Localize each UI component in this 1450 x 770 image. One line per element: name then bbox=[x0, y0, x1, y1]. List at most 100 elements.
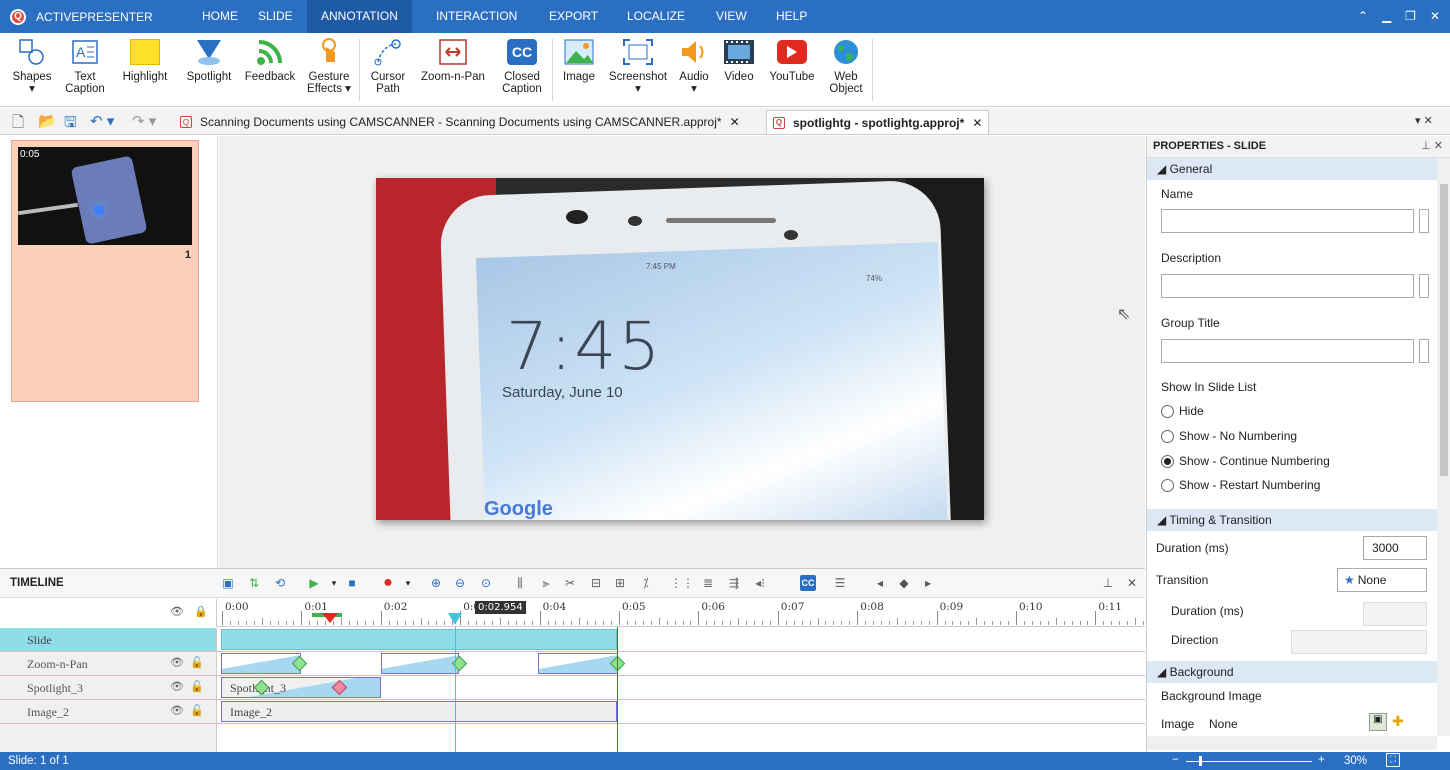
record-dropdown-icon[interactable]: ▾ bbox=[400, 575, 416, 591]
align-icon[interactable]: ⋮⋮ bbox=[670, 575, 694, 591]
play-dropdown-icon[interactable]: ▾ bbox=[326, 575, 342, 591]
cursor-path-button[interactable]: Cursor Path bbox=[366, 36, 410, 104]
audio-button[interactable]: Audio ▾ bbox=[676, 36, 712, 104]
slide-thumbnail[interactable]: 0:05 1 bbox=[11, 140, 199, 402]
doc-tab-spotlightg[interactable]: Q spotlightg - spotlightg.approj* ✕ bbox=[766, 110, 990, 134]
section-general[interactable]: ◢ General bbox=[1147, 158, 1437, 180]
pin-close-icon[interactable]: ⊥ ✕ bbox=[1421, 139, 1443, 152]
app-menu-button[interactable]: Q ACTIVEPRESENTER bbox=[10, 6, 153, 27]
close-tab-icon[interactable]: ✕ bbox=[972, 116, 982, 130]
tab-home[interactable]: HOME bbox=[188, 0, 252, 33]
timeline-ruler[interactable]: 👁 🔒 0:000:010:020:030:040:050:060:070:08… bbox=[0, 599, 1168, 627]
lock-all-icon[interactable]: 🔒 bbox=[194, 605, 208, 618]
group-title-field[interactable] bbox=[1161, 339, 1414, 363]
next-keyframe-icon[interactable]: ▸ bbox=[920, 575, 936, 591]
split-icon[interactable]: ⫼ bbox=[512, 575, 528, 591]
video-button[interactable]: Video bbox=[718, 36, 760, 104]
gesture-effects-button[interactable]: Gesture Effects ▾ bbox=[305, 36, 353, 104]
transition-duration-field[interactable] bbox=[1363, 602, 1427, 626]
save-icon[interactable]: 🖫 bbox=[64, 112, 77, 137]
fit-to-window-icon[interactable]: ⛶ bbox=[1386, 753, 1400, 767]
tab-annotation[interactable]: ANNOTATION bbox=[307, 0, 412, 33]
text-caption-button[interactable]: A Text Caption bbox=[58, 36, 112, 104]
section-timing-transition[interactable]: ◢ Timing & Transition bbox=[1147, 509, 1437, 531]
loop-icon[interactable]: ⟲ bbox=[272, 575, 288, 591]
direction-dropdown[interactable] bbox=[1291, 630, 1427, 654]
crop-icon[interactable]: ⊞ bbox=[612, 575, 628, 591]
browse-image-icon[interactable]: ▣ bbox=[1369, 713, 1387, 731]
track-spotlight-3[interactable]: Spotlight_3👁🔓 Spotlight_3 bbox=[0, 676, 1145, 700]
speed-icon[interactable]: ⁒ bbox=[638, 575, 654, 591]
radio-hide[interactable]: Hide bbox=[1161, 404, 1204, 418]
zoom-n-pan-bar[interactable] bbox=[538, 653, 618, 674]
zoom-slider-thumb[interactable] bbox=[1199, 756, 1202, 766]
shapes-button[interactable]: Shapes ▾ bbox=[12, 36, 52, 104]
zoom-out-button[interactable]: − bbox=[1172, 754, 1179, 766]
zoom-out-icon[interactable]: ⊖ bbox=[452, 575, 468, 591]
freeze-icon[interactable]: ⊟ bbox=[588, 575, 604, 591]
track-image-2[interactable]: Image_2 👁🔓 Image_2 bbox=[0, 700, 1145, 724]
slide-canvas[interactable]: 7:45 PM 74% 7:45 Saturday, June 10 Googl… bbox=[219, 136, 1145, 568]
zoom-in-icon[interactable]: ⊕ bbox=[428, 575, 444, 591]
visibility-all-icon[interactable]: 👁 bbox=[170, 605, 184, 618]
group-title-expand-button[interactable] bbox=[1419, 339, 1429, 363]
radio-show-continue-numbering[interactable]: Show - Continue Numbering bbox=[1161, 454, 1330, 468]
zoom-n-pan-button[interactable]: Zoom-n-Pan bbox=[414, 36, 492, 104]
web-object-button[interactable]: Web Object bbox=[824, 36, 868, 104]
add-keyframe-icon[interactable]: ◆ bbox=[896, 575, 912, 591]
tab-interaction[interactable]: INTERACTION bbox=[422, 0, 531, 33]
sync-icon[interactable]: ⇅ bbox=[246, 575, 262, 591]
transition-icon[interactable]: ⇶ bbox=[726, 575, 742, 591]
tab-localize[interactable]: LOCALIZE bbox=[613, 0, 699, 33]
collapse-ribbon-icon[interactable]: ⌃ bbox=[1358, 9, 1368, 23]
track-slide[interactable]: Slide bbox=[0, 628, 1145, 652]
end-marker-icon[interactable] bbox=[322, 613, 338, 623]
highlight-button[interactable]: Highlight bbox=[117, 36, 173, 104]
open-folder-icon[interactable]: 📂 bbox=[38, 112, 57, 130]
name-field[interactable] bbox=[1161, 209, 1414, 233]
track-zoom-n-pan[interactable]: Zoom-n-Pan 👁🔓 bbox=[0, 652, 1145, 676]
image-bar[interactable]: Image_2 bbox=[221, 701, 617, 722]
fit-icon[interactable]: ▣ bbox=[220, 575, 236, 591]
zoom-slider[interactable] bbox=[1186, 761, 1312, 762]
pin-icon[interactable]: ⊥ bbox=[1100, 575, 1116, 591]
slide-bar[interactable] bbox=[221, 629, 617, 650]
closed-caption-toggle-icon[interactable]: CC bbox=[800, 575, 816, 591]
zoom-n-pan-bar[interactable] bbox=[381, 653, 459, 674]
close-panel-icon[interactable]: ✕ bbox=[1124, 575, 1140, 591]
redo-icon[interactable]: ↷ ▾ bbox=[132, 112, 156, 130]
audio-fade-icon[interactable]: ◂⁝ bbox=[752, 575, 768, 591]
radio-show-no-numbering[interactable]: Show - No Numbering bbox=[1161, 429, 1297, 443]
image-button[interactable]: Image bbox=[558, 36, 600, 104]
tab-view[interactable]: VIEW bbox=[702, 0, 761, 33]
duration-field[interactable]: 3000 bbox=[1363, 536, 1427, 560]
transition-dropdown[interactable]: ★ None bbox=[1337, 568, 1427, 592]
feedback-button[interactable]: Feedback bbox=[242, 36, 298, 104]
zoom-in-button[interactable]: + bbox=[1318, 754, 1325, 766]
screenshot-button[interactable]: Screenshot ▾ bbox=[604, 36, 672, 104]
caption-list-icon[interactable]: ☰ bbox=[832, 575, 848, 591]
tab-slide[interactable]: SLIDE bbox=[244, 0, 307, 33]
cut-icon[interactable]: ✂ bbox=[562, 575, 578, 591]
zoom-n-pan-bar[interactable] bbox=[221, 653, 301, 674]
close-icon[interactable]: ✕ bbox=[1430, 9, 1440, 23]
distribute-icon[interactable]: ≣ bbox=[700, 575, 716, 591]
spotlight-button[interactable]: Spotlight bbox=[180, 36, 238, 104]
doc-tab-camscanner[interactable]: Q Scanning Documents using CAMSCANNER - … bbox=[174, 110, 746, 134]
insert-time-icon[interactable]: ⫸ bbox=[538, 575, 554, 591]
record-icon[interactable]: ● bbox=[380, 574, 396, 591]
play-icon[interactable]: ▶ bbox=[306, 575, 322, 591]
spotlight-bar[interactable]: Spotlight_3 bbox=[221, 677, 381, 698]
radio-show-restart-numbering[interactable]: Show - Restart Numbering bbox=[1161, 478, 1320, 492]
minimize-icon[interactable]: ▁ bbox=[1382, 9, 1391, 23]
name-expand-button[interactable] bbox=[1419, 209, 1429, 233]
new-file-icon[interactable]: 🗋 bbox=[12, 112, 24, 137]
properties-hscrollbar[interactable] bbox=[1147, 736, 1437, 750]
description-field[interactable] bbox=[1161, 274, 1414, 298]
zoom-reset-icon[interactable]: ⊙ bbox=[478, 575, 494, 591]
properties-scrollbar[interactable] bbox=[1437, 158, 1450, 736]
stop-icon[interactable]: ■ bbox=[344, 575, 360, 591]
youtube-button[interactable]: YouTube bbox=[764, 36, 820, 104]
closed-caption-button[interactable]: CC Closed Caption bbox=[498, 36, 546, 104]
tab-export[interactable]: EXPORT bbox=[535, 0, 612, 33]
